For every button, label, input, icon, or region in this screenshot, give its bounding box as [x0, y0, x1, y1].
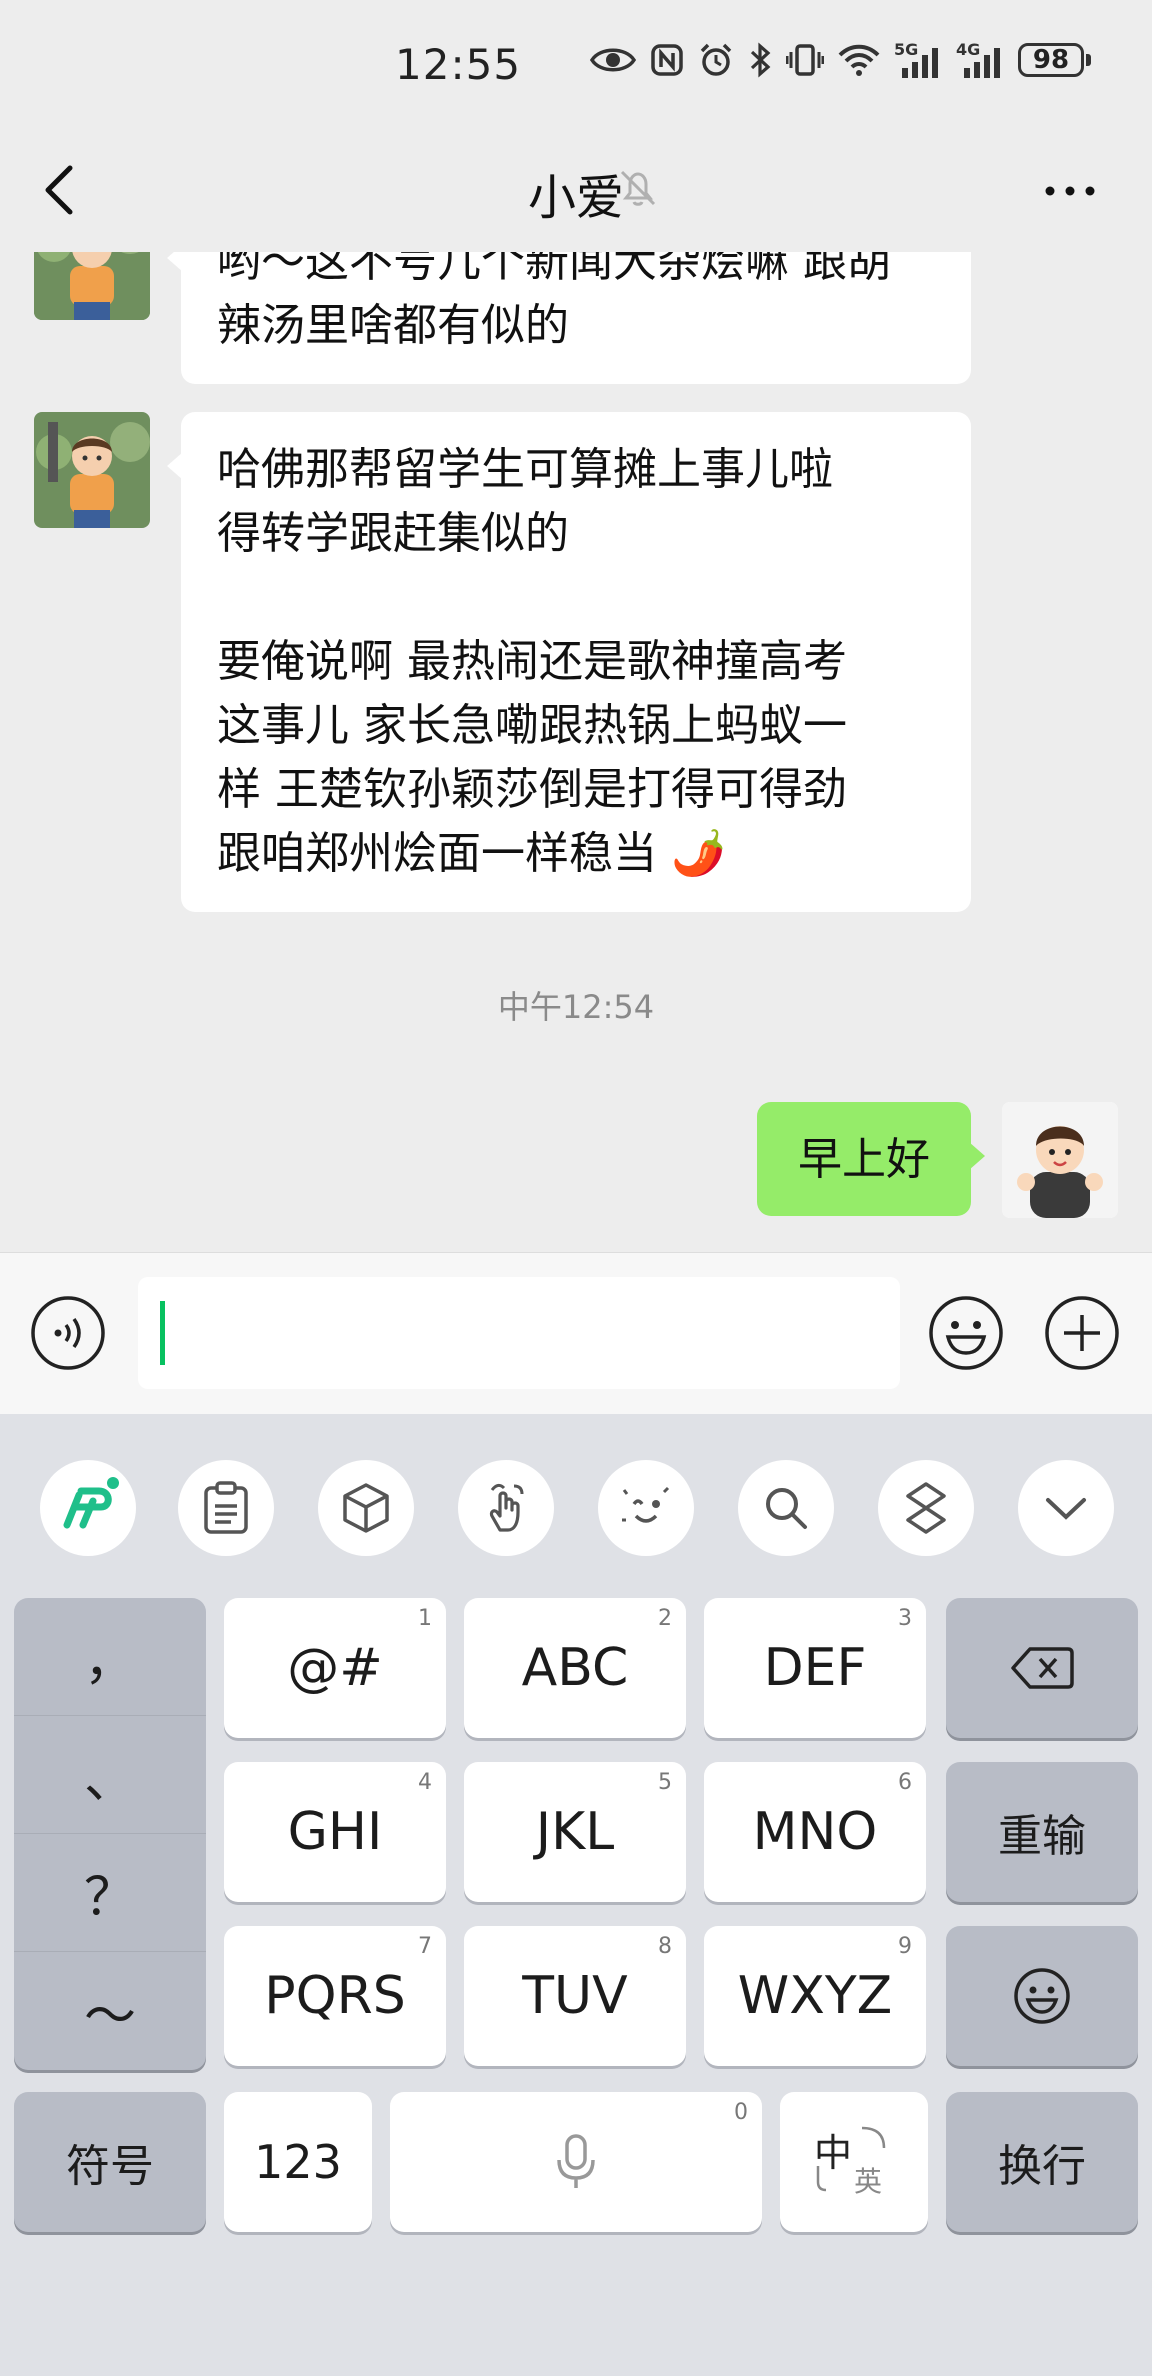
alarm-icon — [700, 43, 732, 76]
message-input-bar — [0, 1252, 1152, 1415]
key-2-abc[interactable]: 2 ABC — [464, 1598, 686, 1738]
message-timestamp: 中午12:54 — [497, 988, 655, 1026]
symbols-key[interactable]: 符号 — [14, 2092, 206, 2232]
signal-5g-icon: 5G — [894, 40, 942, 78]
key-number: 1 — [418, 1606, 432, 1631]
more-options-icon[interactable] — [1040, 166, 1100, 216]
lang-sub-label: 英 — [854, 2165, 883, 2198]
key-number: 5 — [658, 1770, 672, 1795]
battery-level: 98 — [1018, 43, 1084, 77]
key-label: WXYZ — [737, 1966, 893, 2026]
toolbox-icon[interactable] — [878, 1460, 974, 1556]
key-3-def[interactable]: 3 DEF — [704, 1598, 926, 1738]
collapse-chevron-down-icon[interactable] — [1018, 1460, 1114, 1556]
key-label: GHI — [287, 1802, 383, 1862]
backspace-key[interactable] — [946, 1598, 1138, 1738]
message-bubble-sent[interactable]: 早上好 — [757, 1102, 985, 1216]
key-number: 4 — [418, 1770, 432, 1795]
key-8-tuv[interactable]: 8 TUV — [464, 1926, 686, 2066]
key-label: @# — [287, 1638, 383, 1698]
reinput-key[interactable]: 重输 — [946, 1762, 1138, 1902]
key-label: JKL — [535, 1802, 615, 1862]
chat-header: 小爱 — [0, 130, 1152, 252]
key-number: 7 — [418, 1934, 432, 1959]
microphone-icon — [557, 2134, 595, 2188]
language-switch-key[interactable]: 中 英 — [780, 2092, 928, 2232]
battery-indicator: 98 — [1018, 43, 1091, 77]
message-text-field[interactable] — [138, 1277, 900, 1389]
numbers-key[interactable]: 123 — [224, 2092, 372, 2232]
wifi-icon — [838, 44, 880, 76]
key-label: PQRS — [264, 1966, 406, 2026]
emoji-face-icon — [1014, 1968, 1070, 2024]
signal-4g-icon: 4G — [956, 40, 1004, 78]
punctuation-column: ， 、 ？ ～ — [14, 1598, 206, 2070]
mute-bell-icon — [620, 170, 656, 206]
key-number: 6 — [898, 1770, 912, 1795]
status-icons: 5G 4G 98 — [590, 40, 1091, 78]
key-1-symbols[interactable]: 1 @# — [224, 1598, 446, 1738]
key-number: 3 — [898, 1606, 912, 1631]
punct-key-question[interactable]: ？ — [14, 1834, 206, 1952]
search-icon[interactable] — [738, 1460, 834, 1556]
eye-icon — [590, 48, 636, 72]
clipboard-icon[interactable] — [178, 1460, 274, 1556]
text-cursor — [160, 1301, 165, 1365]
sticker-face-icon[interactable] — [598, 1460, 694, 1556]
key-7-pqrs[interactable]: 7 PQRS — [224, 1926, 446, 2066]
my-avatar[interactable] — [1002, 1102, 1118, 1218]
ime-logo-icon[interactable] — [40, 1460, 136, 1556]
add-attachment-icon[interactable] — [1044, 1295, 1120, 1371]
status-bar: 12:55 5G 4G 98 — [0, 0, 1152, 130]
message-bubble-received[interactable]: 哟～这不号几个新闻大杂烩嘛 跟胡 辣汤里啥都有似的 — [167, 252, 971, 384]
message-bubble-received[interactable]: 哈佛那帮留学生可算摊上事儿啦 得转学跟赶集似的 要俺说啊 最热闹还是歌神撞高考 … — [167, 412, 971, 912]
chat-title: 小爱 — [527, 170, 624, 226]
key-9-wxyz[interactable]: 9 WXYZ — [704, 1926, 926, 2066]
punct-key-dun[interactable]: 、 — [14, 1716, 206, 1834]
cube-3d-icon[interactable] — [318, 1460, 414, 1556]
chat-area[interactable]: 哟～这不号几个新闻大杂烩嘛 跟胡 辣汤里啥都有似的 哈佛那帮留学生可算摊上事儿啦… — [0, 252, 1152, 1252]
enter-newline-key[interactable]: 换行 — [946, 2092, 1138, 2232]
key-number: 8 — [658, 1934, 672, 1959]
contact-avatar[interactable] — [34, 412, 150, 528]
vibrate-icon — [786, 44, 824, 76]
bluetooth-icon — [750, 42, 771, 78]
contact-avatar[interactable] — [34, 252, 150, 320]
key-label: ABC — [521, 1638, 629, 1698]
nfc-icon — [651, 44, 683, 76]
key-number: 9 — [898, 1934, 912, 1959]
key-label: TUV — [522, 1966, 628, 2026]
voice-input-icon[interactable] — [30, 1295, 106, 1371]
key-5-jkl[interactable]: 5 JKL — [464, 1762, 686, 1902]
punct-key-tilde[interactable]: ～ — [14, 1952, 206, 2070]
space-key[interactable]: 0 — [390, 2092, 762, 2232]
key-number: 0 — [734, 2100, 748, 2125]
backspace-icon — [1011, 1647, 1074, 1689]
key-label: DEF — [763, 1638, 867, 1698]
keyboard: ， 、 ？ ～ 1 @# 2 ABC 3 DEF 4 GHI 5 JKL 6 M… — [0, 1414, 1152, 2376]
key-number: 2 — [658, 1606, 672, 1631]
key-4-ghi[interactable]: 4 GHI — [224, 1762, 446, 1902]
emoji-icon[interactable] — [928, 1295, 1004, 1371]
handwriting-gesture-icon[interactable] — [458, 1460, 554, 1556]
status-time: 12:55 — [395, 40, 522, 89]
key-6-mno[interactable]: 6 MNO — [704, 1762, 926, 1902]
emoji-key[interactable] — [946, 1926, 1138, 2066]
punct-key-comma[interactable]: ， — [14, 1598, 206, 1716]
key-label: MNO — [752, 1802, 878, 1862]
